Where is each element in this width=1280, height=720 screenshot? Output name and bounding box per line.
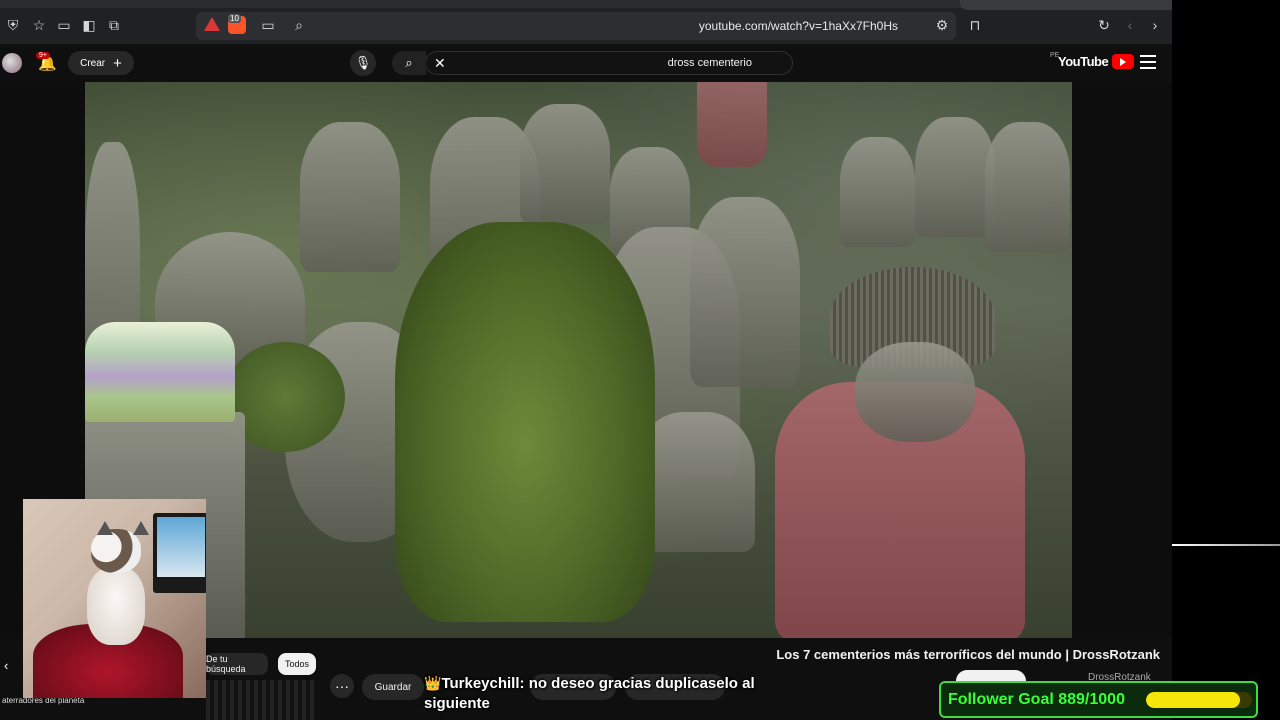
mossy-stone [395, 222, 655, 622]
zoom-icon[interactable]: ⌕ [290, 16, 308, 34]
gravestone [300, 122, 400, 272]
brave-badge: 10 [228, 14, 241, 23]
kitten-head [91, 521, 149, 573]
close-icon[interactable]: ✕ [434, 55, 446, 72]
kitten-ear [97, 521, 113, 535]
red-cloth [697, 82, 767, 167]
youtube-logo[interactable]: YouTube [1058, 54, 1135, 69]
plus-icon: + [113, 54, 122, 72]
chevron-left-icon[interactable]: ‹ [4, 658, 8, 673]
cast-icon[interactable]: ▭ [259, 16, 277, 34]
gravestone [520, 104, 610, 224]
youtube-header: YouTube PE dross cementerio ✕ ⌕ 🎙 Crear … [0, 44, 1172, 82]
follower-goal-fill [1146, 692, 1241, 708]
save-label: Guardar [374, 681, 412, 693]
window-icon[interactable]: ▭ [55, 16, 73, 34]
copy-icon[interactable]: ⧉ [105, 16, 123, 34]
address-bar[interactable]: youtube.com/watch?v=1haXx7Fh0Hs [196, 12, 956, 40]
more-actions-button[interactable]: ··· [330, 674, 354, 698]
settings-icon[interactable]: ⚙ [933, 16, 951, 34]
follower-goal-widget: Follower Goal 889/1000 [939, 681, 1258, 718]
follower-goal-bar [1146, 692, 1252, 708]
youtube-logo-text: YouTube [1058, 54, 1109, 69]
search-query[interactable]: dross cementerio [668, 57, 752, 69]
create-label: Crear [80, 57, 106, 69]
recommendation-thumbnail[interactable] [206, 680, 316, 720]
warning-icon[interactable] [204, 17, 220, 31]
browser-toolbar: ⛨ ☆ ▭ ◧ ⧉ youtube.com/watch?v=1haXx7Fh0H… [0, 0, 1172, 44]
video-title: Los 7 cementerios más terroríficos del m… [776, 647, 1160, 662]
mic-button[interactable]: 🎙 [350, 50, 376, 76]
active-tab[interactable] [960, 0, 1172, 10]
search-input[interactable]: dross cementerio ✕ [425, 51, 793, 75]
follower-goal-label: Follower Goal 889/1000 [948, 690, 1125, 708]
crown-icon: 👑 [424, 675, 442, 691]
back-icon[interactable]: ‹ [1121, 16, 1139, 34]
chip-de-tu-busqueda-label: De tu búsqueda [206, 654, 246, 674]
stream-side-panel [1172, 0, 1280, 720]
url-text[interactable]: youtube.com/watch?v=1haXx7Fh0Hs [699, 19, 898, 33]
bookmark-icon[interactable]: ⊓ [966, 16, 984, 34]
video-player[interactable] [85, 82, 1072, 638]
forward-icon[interactable]: › [1146, 16, 1164, 34]
gravestone [915, 117, 995, 237]
reload-icon[interactable]: ↻ [1095, 16, 1113, 34]
more-icon: ··· [335, 678, 349, 694]
striped-knit-hat [85, 322, 235, 422]
gravestone [840, 137, 915, 247]
kitten-body [87, 567, 145, 645]
chip-de-tu-busqueda[interactable]: De tu búsqueda [206, 653, 268, 675]
create-button[interactable]: Crear + [68, 51, 134, 75]
kitten-ear [133, 521, 149, 535]
chat-message: 👑Turkeychill: no deseo gracias duplicase… [424, 673, 804, 714]
sidebar-icon[interactable]: ◧ [80, 16, 98, 34]
search-button[interactable]: ⌕ [392, 51, 426, 75]
kitten [83, 521, 153, 649]
star-icon[interactable]: ☆ [30, 16, 48, 34]
menu-icon[interactable] [1140, 55, 1156, 69]
notifications-badge: 9+ [36, 52, 50, 59]
laptop-screen [157, 517, 205, 577]
statue-face [855, 342, 975, 442]
shield-icon[interactable]: ⛨ [4, 16, 22, 34]
mic-icon: 🎙 [354, 55, 372, 70]
chip-todos-label: Todos [284, 659, 310, 669]
save-button[interactable]: Guardar [362, 674, 424, 700]
country-code: PE [1050, 52, 1060, 59]
gravestone [985, 122, 1070, 252]
divider [1172, 544, 1280, 546]
search-icon: ⌕ [405, 55, 413, 70]
chip-todos[interactable]: Todos [278, 653, 316, 675]
gravestone [690, 197, 800, 387]
youtube-play-icon [1112, 54, 1135, 69]
webcam-overlay [23, 499, 206, 698]
chat-username: Turkeychill [441, 675, 520, 692]
avatar[interactable] [2, 53, 22, 73]
